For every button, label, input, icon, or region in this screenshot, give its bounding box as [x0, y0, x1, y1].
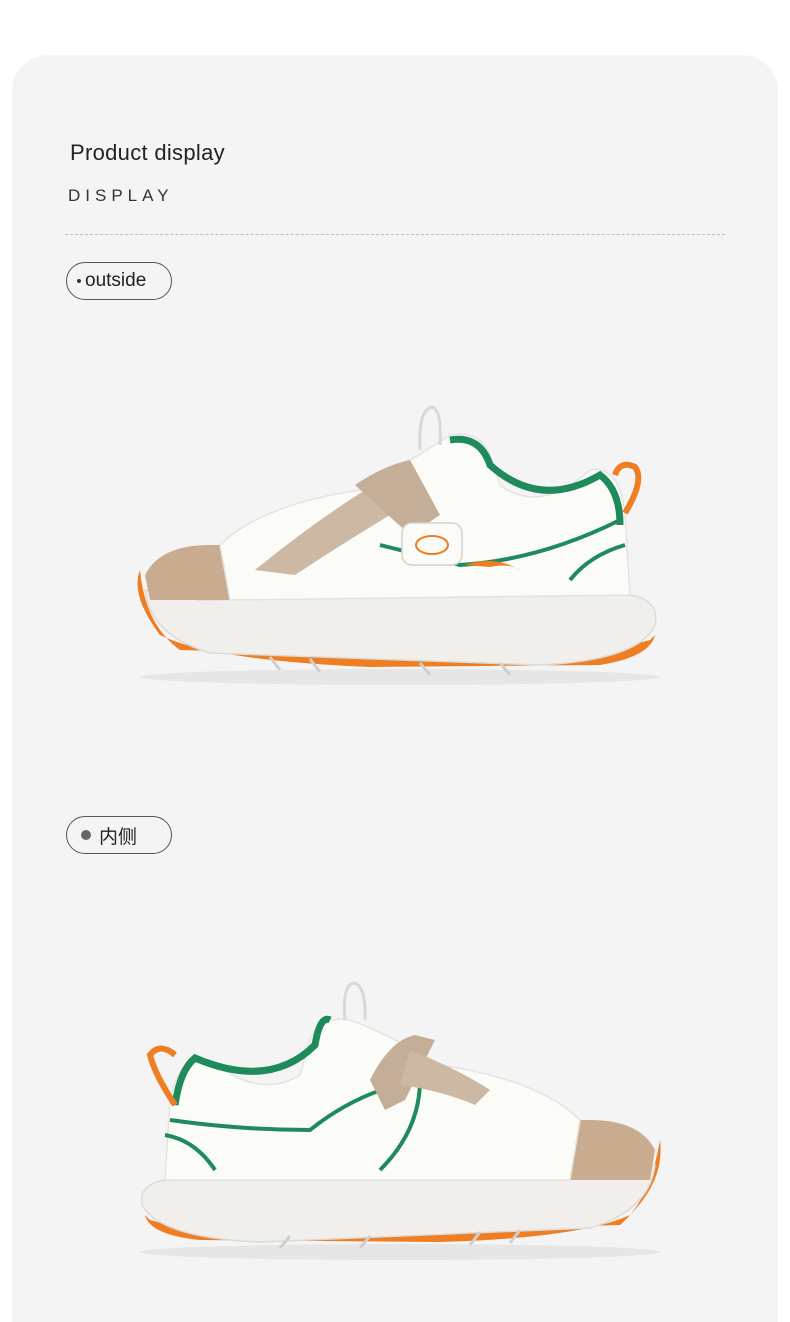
- dot-icon: [77, 279, 81, 283]
- view-label-inside-text: 内侧: [99, 826, 138, 848]
- section-title: Product display: [70, 140, 225, 165]
- divider: [65, 234, 725, 235]
- view-label-outside: outside: [66, 262, 172, 300]
- sneaker-inside-image: [140, 981, 661, 1260]
- section-subtitle: DISPLAY: [68, 186, 174, 205]
- sneaker-outside-image: [137, 405, 660, 685]
- view-label-outside-text: outside: [85, 270, 147, 291]
- view-label-inside: 内侧: [66, 816, 172, 854]
- dot-icon: [81, 830, 91, 840]
